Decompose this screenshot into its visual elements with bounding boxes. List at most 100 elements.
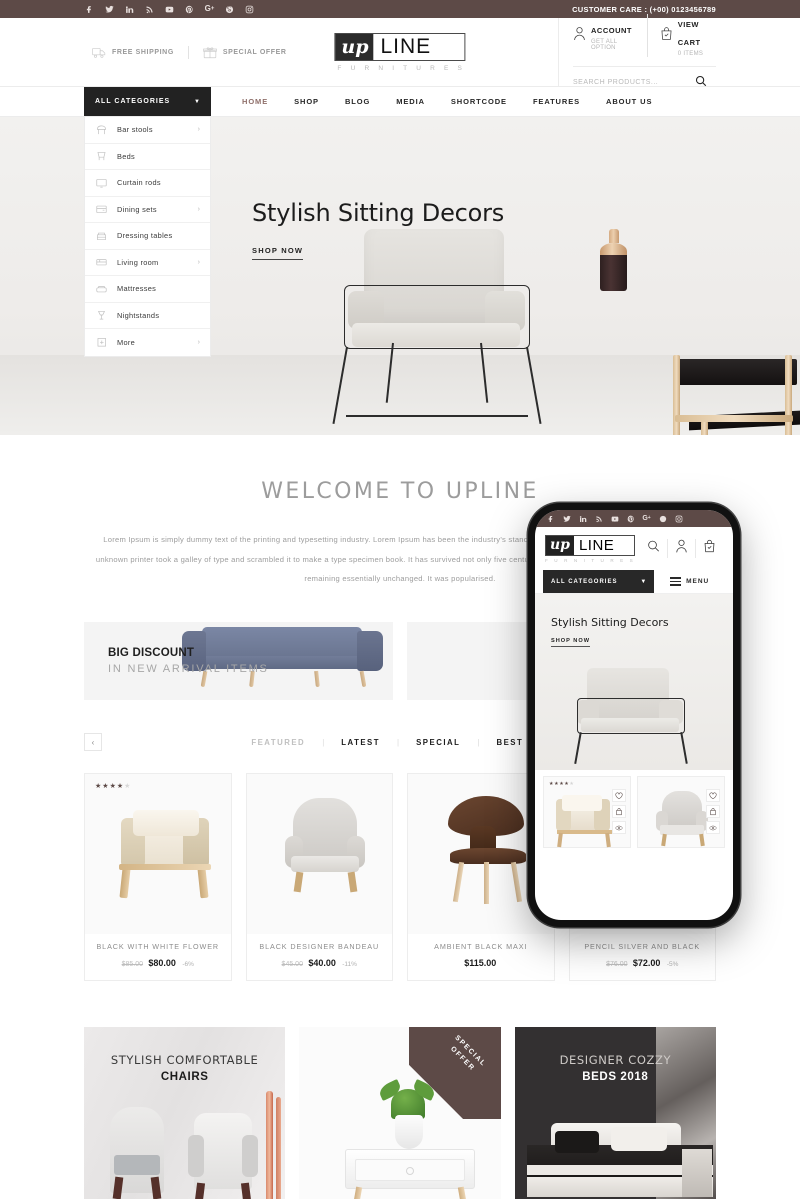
heart-icon[interactable] [612, 789, 626, 802]
google-plus-icon[interactable]: G + [642, 514, 651, 523]
instagram-icon[interactable] [674, 514, 683, 523]
facebook-icon[interactable] [84, 4, 95, 15]
nav-item-blog[interactable]: BLOG [332, 97, 383, 106]
instagram-icon[interactable] [244, 4, 255, 15]
eye-icon[interactable] [612, 821, 626, 834]
phone-all-categories-toggle[interactable]: ALL CATEGORIES ▼ [543, 570, 655, 593]
category-item-mattresses[interactable]: Mattresses [85, 276, 210, 303]
dresser-icon [95, 230, 108, 242]
banner-chairs[interactable]: STYLISH COMFORTABLE CHAIRS [84, 1027, 286, 1200]
chevron-down-icon: ▼ [640, 578, 647, 585]
facebook-icon[interactable] [546, 514, 555, 523]
category-item-more[interactable]: More › [85, 329, 210, 356]
product-old-price: $85.00 [121, 961, 144, 969]
feature-label: SPECIAL OFFER [222, 48, 287, 56]
phone-product-card[interactable]: ★★★★★ [543, 776, 631, 848]
skype-icon[interactable] [224, 4, 235, 15]
category-item-dining-sets[interactable]: Dining sets › [85, 197, 210, 223]
phone-mockup: G + up LINE F U R N I T U R E S ALL CATE… [528, 503, 740, 927]
bag-icon[interactable] [695, 539, 723, 558]
product-new-price: $72.00 [632, 958, 661, 969]
product-price: $115.00 [414, 958, 548, 968]
logo-box: up LINE [334, 32, 466, 61]
linkedin-icon[interactable] [578, 514, 587, 523]
all-categories-toggle[interactable]: ALL CATEGORIES ▼ [84, 87, 211, 116]
phone-navbar: ALL CATEGORIES ▼ MENU [535, 570, 733, 594]
pinterest-icon[interactable] [626, 514, 635, 523]
twitter-icon[interactable] [562, 514, 571, 523]
category-label: Curtain rods [117, 178, 161, 188]
category-item-beds[interactable]: Beds [85, 144, 210, 170]
category-item-bar-stools[interactable]: Bar stools › [85, 117, 210, 144]
product-card[interactable]: BLACK DESIGNER BANDEAU $45.00 $40.00 -11… [245, 773, 393, 982]
category-label: Beds [117, 151, 136, 161]
site-header: FREE SHIPPING SPECIAL OFFER up LINE F U … [0, 14, 800, 87]
product-discount: -6% [182, 961, 194, 969]
nav-item-features[interactable]: FEATURES [520, 97, 593, 106]
nav-item-shop[interactable]: SHOP [281, 97, 332, 106]
google-plus-icon[interactable]: G + [204, 4, 215, 15]
cart-icon[interactable] [612, 805, 626, 818]
account-button[interactable]: ACCOUNT GET ALL OPTION [573, 20, 647, 51]
nav-item-about-us[interactable]: ABOUT US [593, 97, 665, 106]
bag-icon [660, 26, 673, 46]
tab-special[interactable]: SPECIAL [399, 738, 477, 747]
hero-shop-now-button[interactable]: SHOP NOW [252, 246, 304, 260]
account-title: ACCOUNT [591, 26, 632, 35]
banner-beds[interactable]: DESIGNER COZZY BEDS 2018 [514, 1027, 716, 1200]
category-item-nightstands[interactable]: Nightstands [85, 303, 210, 329]
mattress-icon [95, 283, 108, 295]
banner-special-offer[interactable]: SPECIAL OFFER [299, 1027, 501, 1200]
search-input[interactable] [573, 79, 691, 86]
youtube-icon[interactable] [610, 514, 619, 523]
nav-item-shortcode[interactable]: SHORTCODE [438, 97, 520, 106]
chevron-right-icon: › [197, 338, 200, 346]
category-label: Bar stools [117, 125, 153, 135]
truck-icon [92, 46, 106, 59]
nav-item-home[interactable]: HOME [229, 97, 281, 106]
user-icon [573, 26, 586, 46]
feature-special-offer[interactable]: SPECIAL OFFER [187, 45, 301, 59]
pinterest-icon[interactable] [184, 4, 195, 15]
category-item-dressing-tables[interactable]: Dressing tables [85, 223, 210, 250]
heart-icon[interactable] [706, 789, 720, 802]
promo-subtitle: IN NEW ARRIVAL ITEMS [108, 663, 269, 676]
phone-logo[interactable]: up LINE F U R N I T U R E S [545, 534, 636, 563]
tab-featured[interactable]: FEATURED [234, 738, 322, 747]
rating-stars: ★★★★★ [95, 783, 132, 791]
product-name: BLACK WITH WHITE FLOWER [96, 942, 220, 952]
site-logo[interactable]: up LINE F U R N I T U R E S [334, 32, 466, 72]
phone-product-card[interactable] [637, 776, 725, 848]
customer-care-text: CUSTOMER CARE : (+00) 0123456789 [572, 4, 716, 14]
feature-free-shipping[interactable]: FREE SHIPPING [92, 46, 188, 59]
youtube-icon[interactable] [164, 4, 175, 15]
rss-icon[interactable] [144, 4, 155, 15]
search-icon[interactable] [640, 539, 667, 558]
product-card[interactable]: ★★★★★ BLACK WITH WHITE FLOWER $85.00 $80… [84, 773, 232, 982]
category-item-living-room[interactable]: Living room › [85, 250, 210, 276]
phone-hero-chair-art [569, 668, 689, 764]
product-name: BLACK DESIGNER BANDEAU [259, 942, 380, 952]
view-cart-button[interactable]: VIEW CART 0 ITEMS [646, 14, 716, 57]
phone-hero-title: Stylish Sitting Decors [551, 616, 669, 629]
phone-product-grid: ★★★★★ [535, 770, 733, 854]
category-label: Living room [117, 257, 159, 267]
linkedin-icon[interactable] [124, 4, 135, 15]
eye-icon[interactable] [706, 821, 720, 834]
cart-subtitle: 0 ITEMS [677, 51, 704, 57]
twitter-icon[interactable] [104, 4, 115, 15]
tab-latest[interactable]: LATEST [324, 738, 397, 747]
user-icon[interactable] [667, 539, 695, 558]
hero-wood-chair-image [655, 355, 800, 435]
cart-icon[interactable] [706, 805, 720, 818]
carousel-prev-button[interactable]: ‹ [84, 733, 102, 752]
rss-icon[interactable] [594, 514, 603, 523]
promo-big-discount[interactable]: BIG DISCOUNT IN NEW ARRIVAL ITEMS [84, 622, 393, 701]
phone-shop-now-button[interactable]: SHOP NOW [551, 638, 590, 647]
bed-icon [95, 150, 108, 162]
nav-item-media[interactable]: MEDIA [383, 97, 438, 106]
phone-menu-button[interactable]: MENU [654, 570, 725, 593]
skype-icon[interactable] [658, 514, 667, 523]
category-item-curtain-rods[interactable]: Curtain rods [85, 170, 210, 197]
account-row: ACCOUNT GET ALL OPTION VIEW CART 0 ITEMS [573, 14, 716, 57]
